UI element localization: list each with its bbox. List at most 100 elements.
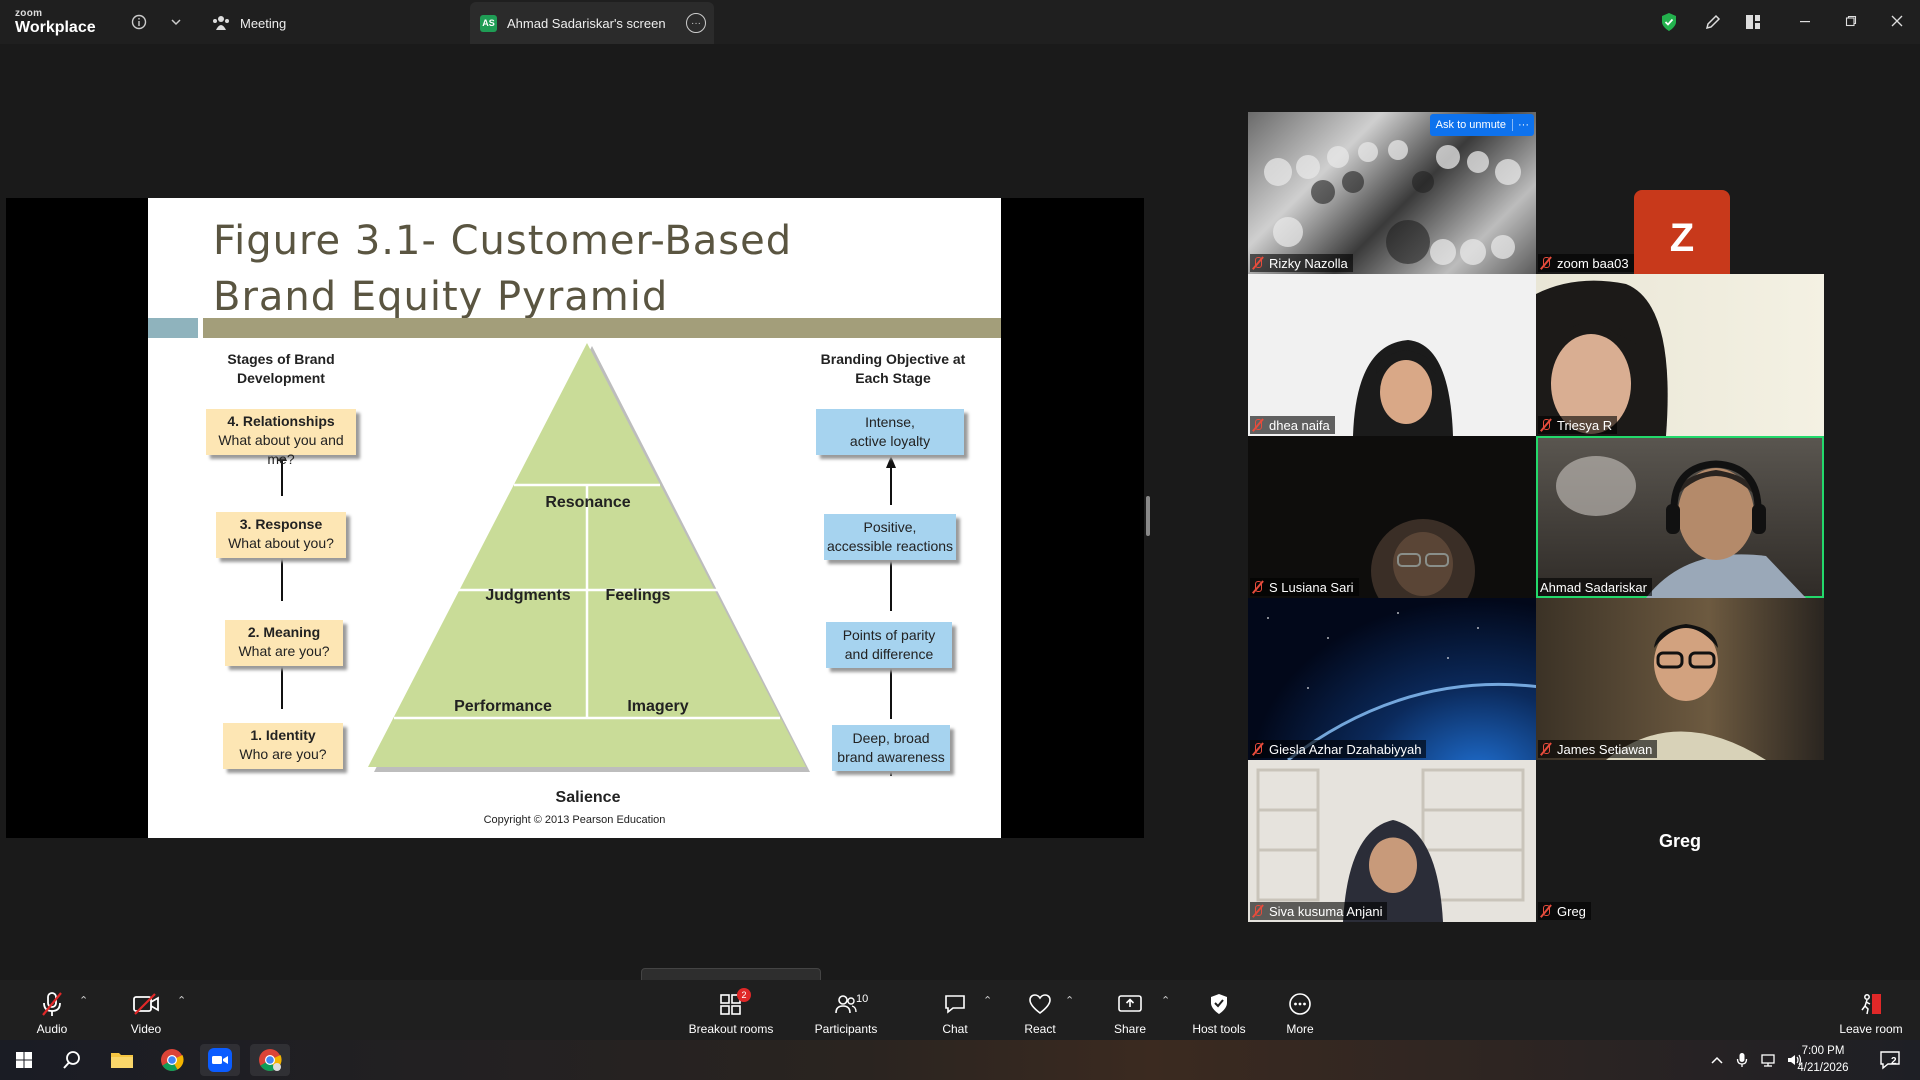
video-tile-siva[interactable]: Siva kusuma Anjani [1248,760,1536,922]
share-options-caret-icon[interactable]: ⌃ [1161,994,1170,1007]
stage-box-response: 3. Response What about you? [216,512,346,558]
objective-box-loyalty: Intense, active loyalty [816,409,964,455]
meeting-info-icon[interactable] [127,10,151,34]
muted-mic-icon [1540,256,1552,270]
breakout-rooms-button[interactable]: 2 Breakout rooms [687,986,775,1036]
video-button[interactable]: Video [124,986,168,1036]
presentation-slide: Figure 3.1- Customer-Based Brand Equity … [148,198,1001,838]
zoom-taskbar-icon[interactable] [200,1044,240,1076]
objective-line-1: Positive, [863,519,917,535]
tile-more-options-icon[interactable]: ··· [1512,119,1534,131]
video-tile-rizky[interactable]: Ask to unmute ··· Rizky Nazolla [1248,112,1536,274]
restore-icon[interactable] [1836,8,1866,34]
participants-button[interactable]: 10 Participants [812,986,880,1036]
stage-box-relationships: 4. Relationships What about you and me? [206,409,356,467]
stage-question: What are you? [238,643,330,659]
panel-resize-handle[interactable] [1146,496,1150,536]
participant-name-tag: Triesya R [1538,416,1618,434]
minimize-icon[interactable] [1790,8,1820,34]
participant-name-tag: Siva kusuma Anjani [1250,902,1388,920]
video-feed [1267,612,1536,760]
muted-mic-icon [42,992,62,1016]
share-button[interactable]: Share [1110,986,1150,1036]
video-tile-dhea[interactable]: dhea naifa [1248,274,1536,436]
video-feed [1256,768,1525,922]
more-button[interactable]: More [1282,986,1318,1036]
video-tile-greg[interactable]: Greg Greg [1536,760,1824,922]
slide-title: Figure 3.1- Customer-Based Brand Equity … [213,218,793,320]
tab-meeting-label: Meeting [240,15,287,31]
notification-center-icon[interactable]: 2 [1870,1044,1910,1076]
ask-to-unmute-label: Ask to unmute [1435,119,1506,131]
stage-title: 3. Response [239,516,323,532]
video-tile-james[interactable]: James Setiawan [1536,598,1824,760]
pyramid-judgments-label: Judgments [485,587,571,604]
chat-options-caret-icon[interactable]: ⌃ [983,994,992,1007]
participant-name-tag: dhea naifa [1250,416,1335,434]
video-tile-giesla[interactable]: Giesla Azhar Dzahabiyyah [1248,598,1536,760]
stage-title: 2. Meaning [247,624,321,640]
objective-line-1: Deep, broad [852,730,930,746]
pyramid-resonance-label: Resonance [545,494,631,511]
stage-question: What about you and me? [218,432,344,467]
taskbar-clock[interactable]: 7:00 PM 4/21/2026 [1788,1043,1858,1077]
avatar: Z [1634,190,1730,286]
chat-icon [945,995,965,1014]
windows-start-icon[interactable] [4,1044,44,1076]
video-feed [1371,519,1475,598]
participant-name-tag: Ahmad Sadariskar [1538,578,1652,596]
stage-question: Who are you? [239,746,327,762]
chat-button[interactable]: Chat [937,986,973,1036]
tab-shared-screen[interactable]: AS Ahmad Sadariskar's screen ··· [470,2,714,44]
react-button[interactable]: React [1020,986,1060,1036]
ask-to-unmute-button[interactable]: Ask to unmute ··· [1429,114,1534,136]
video-tile-triesya[interactable]: Triesya R [1536,274,1824,436]
participants-icon [835,995,857,1014]
participant-name: Siva kusuma Anjani [1269,903,1383,919]
logo-line-1: zoom [15,8,43,19]
react-options-caret-icon[interactable]: ⌃ [1065,994,1074,1007]
breakout-badge: 2 [737,988,751,1002]
audio-options-caret-icon[interactable]: ⌃ [79,994,88,1007]
video-tile-lusiana[interactable]: S Lusiana Sari [1248,436,1536,598]
muted-mic-icon [1252,418,1264,432]
encryption-shield-icon[interactable] [1657,10,1681,34]
annotate-pencil-icon[interactable] [1701,10,1725,34]
share-screen-icon [1118,995,1142,1012]
chevron-up-icon[interactable] [1710,1054,1724,1066]
tab-meeting[interactable]: Meeting [212,2,462,44]
microphone-icon[interactable] [1736,1052,1748,1068]
participant-name-tag: Greg [1538,902,1591,920]
file-explorer-icon[interactable] [102,1044,142,1076]
chevron-down-icon[interactable] [164,10,188,34]
search-icon[interactable] [52,1044,92,1076]
objective-box-awareness: Deep, broad brand awareness [832,725,950,771]
chrome-icon[interactable] [152,1044,192,1076]
participant-name: Giesla Azhar Dzahabiyyah [1269,741,1422,757]
network-icon[interactable] [1760,1053,1776,1067]
objective-line-2: and difference [844,646,934,662]
audio-button[interactable]: Audio [30,986,74,1036]
leave-room-button[interactable]: Leave room [1836,986,1906,1036]
host-tools-button[interactable]: Host tools [1190,986,1248,1036]
objective-box-reactions: Positive, accessible reactions [824,514,956,560]
view-layout-icon[interactable] [1741,10,1765,34]
pyramid-imagery-label: Imagery [627,698,689,715]
close-icon[interactable] [1882,8,1912,34]
participant-name: zoom baa03 [1557,255,1629,271]
chrome-profile-icon[interactable] [250,1044,290,1076]
participant-display-name: Greg [1658,830,1701,851]
objective-line-2: brand awareness [837,749,945,765]
chat-label: Chat [942,1022,968,1036]
video-options-caret-icon[interactable]: ⌃ [177,994,186,1007]
windows-taskbar: 7:00 PM 4/21/2026 2 [0,1040,1920,1080]
heart-icon [1029,994,1051,1015]
video-tile-ahmad-active-speaker[interactable]: Ahmad Sadariskar [1536,436,1824,598]
logo-line-2: Workplace [15,19,96,36]
video-feed [1606,624,1766,760]
objective-box-parity: Points of parity and difference [826,622,952,668]
shield-icon [1211,994,1227,1014]
leave-room-icon [1861,994,1881,1015]
participant-name-tag: S Lusiana Sari [1250,578,1359,596]
more-options-icon[interactable]: ··· [686,13,706,33]
